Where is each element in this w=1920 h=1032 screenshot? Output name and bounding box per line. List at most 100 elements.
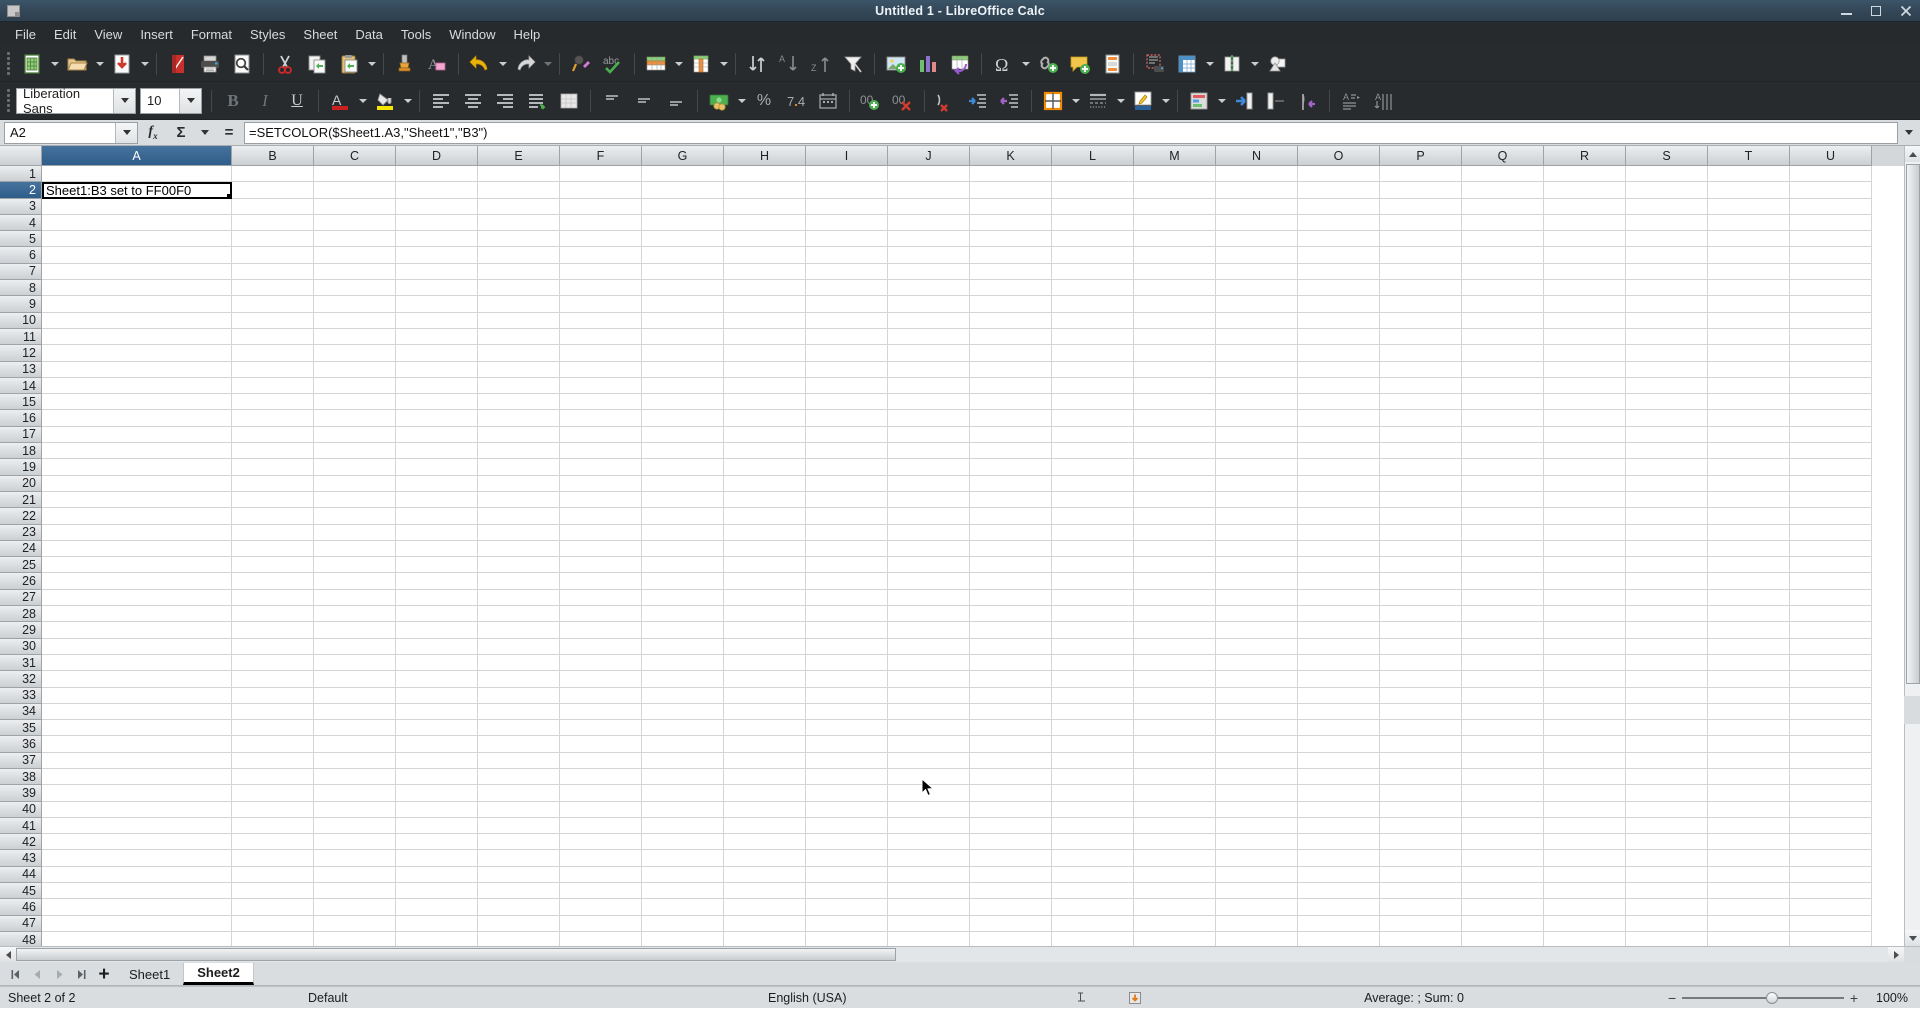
cell-J19[interactable] — [888, 459, 970, 476]
cell-Q38[interactable] — [1462, 768, 1544, 786]
insert-image-icon[interactable] — [880, 48, 912, 80]
cell-N23[interactable] — [1216, 524, 1298, 541]
cell-D35[interactable] — [396, 720, 478, 737]
cell-S32[interactable] — [1626, 671, 1708, 688]
open-document-icon[interactable] — [61, 48, 93, 80]
cell-U47[interactable] — [1790, 915, 1872, 932]
cell-A20[interactable] — [42, 475, 232, 492]
cell-I9[interactable] — [806, 296, 888, 313]
cell-J9[interactable] — [888, 296, 970, 313]
cell-H40[interactable] — [724, 801, 806, 818]
close-icon[interactable] — [1898, 3, 1914, 19]
cell-A29[interactable] — [42, 622, 232, 639]
cell-E29[interactable] — [478, 622, 560, 639]
cell-P6[interactable] — [1380, 247, 1462, 264]
cell-F25[interactable] — [560, 557, 642, 574]
cell-R48[interactable] — [1544, 931, 1626, 946]
cell-I15[interactable] — [806, 394, 888, 411]
cell-E47[interactable] — [478, 915, 560, 932]
comment-icon[interactable] — [1064, 48, 1096, 80]
cell-M15[interactable] — [1134, 394, 1216, 411]
cell-F11[interactable] — [560, 328, 642, 346]
cell-L5[interactable] — [1052, 231, 1134, 248]
row-header-3[interactable]: 3 — [0, 198, 42, 215]
cell-H22[interactable] — [724, 508, 806, 525]
cell-S40[interactable] — [1626, 801, 1708, 818]
cell-O23[interactable] — [1298, 524, 1380, 541]
cell-T10[interactable] — [1708, 312, 1790, 329]
cell-I37[interactable] — [806, 752, 888, 769]
cell-P46[interactable] — [1380, 899, 1462, 916]
cell-P22[interactable] — [1380, 508, 1462, 525]
cell-M33[interactable] — [1134, 687, 1216, 704]
cell-K20[interactable] — [970, 475, 1052, 492]
cell-S37[interactable] — [1626, 752, 1708, 769]
cell-T21[interactable] — [1708, 491, 1790, 509]
cell-L45[interactable] — [1052, 883, 1134, 900]
cell-F28[interactable] — [560, 606, 642, 623]
cell-D45[interactable] — [396, 883, 478, 900]
cell-G6[interactable] — [642, 247, 724, 264]
cell-J44[interactable] — [888, 866, 970, 884]
cell-A35[interactable] — [42, 720, 232, 737]
cell-P29[interactable] — [1380, 622, 1462, 639]
cell-B17[interactable] — [232, 426, 314, 444]
cell-L46[interactable] — [1052, 899, 1134, 916]
column-header-F[interactable]: F — [560, 146, 642, 166]
cell-H14[interactable] — [724, 377, 806, 395]
cell-L7[interactable] — [1052, 263, 1134, 281]
cell-F17[interactable] — [560, 426, 642, 444]
redo-icon[interactable] — [509, 48, 541, 80]
pivot-table-icon[interactable] — [944, 48, 976, 80]
cell-A10[interactable] — [42, 312, 232, 329]
cell-P3[interactable] — [1380, 198, 1462, 215]
center-vertically-button[interactable] — [628, 85, 660, 117]
cell-C29[interactable] — [314, 622, 396, 639]
cell-G23[interactable] — [642, 524, 724, 541]
add-decimal-place-button[interactable]: 00 — [855, 85, 887, 117]
cell-P38[interactable] — [1380, 768, 1462, 786]
cell-H9[interactable] — [724, 296, 806, 313]
cell-B7[interactable] — [232, 263, 314, 281]
cell-I29[interactable] — [806, 622, 888, 639]
cell-E41[interactable] — [478, 817, 560, 835]
cell-A2[interactable]: Sheet1:B3 set to FF00F0 — [42, 182, 232, 199]
find-replace-icon[interactable] — [565, 48, 597, 80]
cell-C44[interactable] — [314, 866, 396, 884]
cell-B18[interactable] — [232, 443, 314, 460]
cell-B6[interactable] — [232, 247, 314, 264]
cell-L24[interactable] — [1052, 540, 1134, 558]
cell-D12[interactable] — [396, 345, 478, 362]
split-window-dropdown-icon[interactable] — [1248, 48, 1261, 80]
cell-F8[interactable] — [560, 280, 642, 297]
cell-B42[interactable] — [232, 834, 314, 851]
cell-H39[interactable] — [724, 785, 806, 802]
cell-J6[interactable] — [888, 247, 970, 264]
cell-R20[interactable] — [1544, 475, 1626, 492]
cell-I33[interactable] — [806, 687, 888, 704]
row-header-41[interactable]: 41 — [0, 817, 42, 835]
cell-I1[interactable] — [806, 166, 888, 183]
indent-left-button[interactable] — [962, 85, 994, 117]
row-header-30[interactable]: 30 — [0, 638, 42, 655]
cell-O21[interactable] — [1298, 491, 1380, 509]
cell-F2[interactable] — [560, 182, 642, 199]
cell-E16[interactable] — [478, 410, 560, 427]
cell-N27[interactable] — [1216, 589, 1298, 607]
cell-T1[interactable] — [1708, 166, 1790, 183]
cell-M25[interactable] — [1134, 557, 1216, 574]
name-box-value[interactable]: A2 — [5, 125, 115, 140]
row-header-44[interactable]: 44 — [0, 866, 42, 884]
cell-E46[interactable] — [478, 899, 560, 916]
cell-U7[interactable] — [1790, 263, 1872, 281]
font-size-combo[interactable]: 10 — [140, 87, 202, 114]
row-header-14[interactable]: 14 — [0, 377, 42, 395]
cell-F38[interactable] — [560, 768, 642, 786]
cell-N25[interactable] — [1216, 557, 1298, 574]
horizontal-scroll-track[interactable] — [16, 947, 1888, 962]
row-header-34[interactable]: 34 — [0, 703, 42, 721]
cell-E3[interactable] — [478, 198, 560, 215]
cell-L21[interactable] — [1052, 491, 1134, 509]
redo-dropdown-icon[interactable] — [541, 48, 554, 80]
cell-F6[interactable] — [560, 247, 642, 264]
